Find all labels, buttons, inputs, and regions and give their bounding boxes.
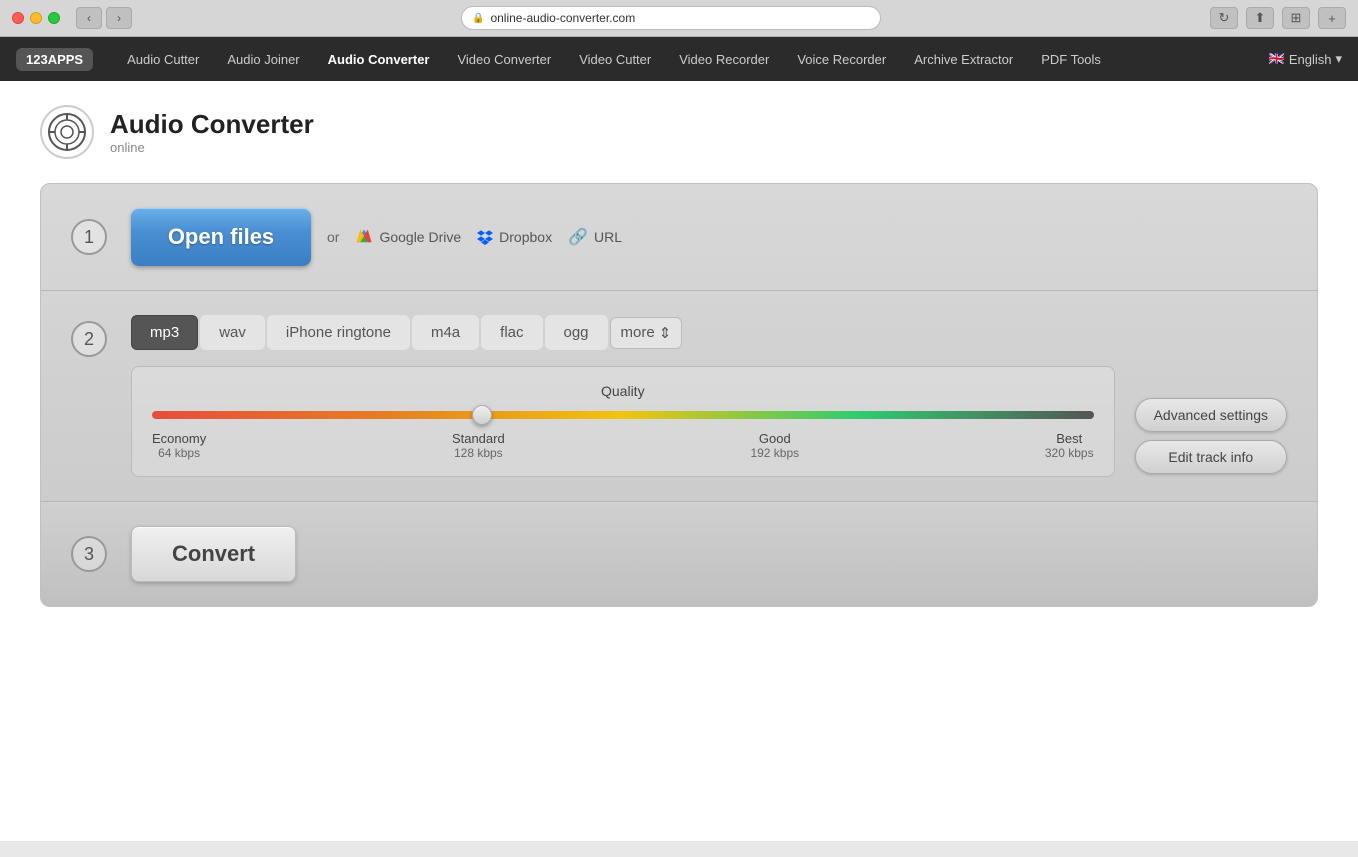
- flag-icon: 🇬🇧: [1269, 51, 1285, 67]
- format-tabs: mp3 wav iPhone ringtone m4a flac ogg mor…: [131, 315, 1287, 350]
- format-tab-ogg[interactable]: ogg: [545, 315, 608, 350]
- nav-pdf-tools[interactable]: PDF Tools: [1027, 37, 1115, 81]
- open-files-button[interactable]: Open files: [131, 208, 311, 266]
- format-tab-iphone-ringtone[interactable]: iPhone ringtone: [267, 315, 410, 350]
- url-label: URL: [594, 229, 622, 245]
- quality-label: Quality: [152, 383, 1094, 399]
- app-nav: 123APPS Audio Cutter Audio Joiner Audio …: [0, 37, 1358, 81]
- marker-good: Good 192 kbps: [750, 431, 799, 460]
- dropbox-label: Dropbox: [499, 229, 552, 245]
- marker-best-label: Best: [1045, 431, 1094, 446]
- reload-button[interactable]: ↻: [1210, 7, 1238, 29]
- back-button[interactable]: ‹: [76, 7, 102, 29]
- nav-archive-extractor[interactable]: Archive Extractor: [900, 37, 1027, 81]
- convert-button[interactable]: Convert: [131, 526, 296, 582]
- url-icon: 🔗: [568, 227, 588, 247]
- marker-economy-kbps: 64 kbps: [152, 446, 206, 460]
- page-content: Audio Converter online 1 Open files or: [0, 81, 1358, 841]
- converter-container: 1 Open files or Google Drive: [40, 183, 1318, 607]
- step2-badge: 2: [71, 321, 107, 357]
- step2-section: 2 mp3 wav iPhone ringtone m4a flac ogg m…: [41, 291, 1317, 502]
- url-text: online-audio-converter.com: [490, 11, 635, 25]
- marker-economy-label: Economy: [152, 431, 206, 446]
- marker-best: Best 320 kbps: [1045, 431, 1094, 460]
- marker-best-kbps: 320 kbps: [1045, 446, 1094, 460]
- marker-standard-kbps: 128 kbps: [452, 446, 505, 460]
- app-subtitle: online: [110, 140, 314, 155]
- step3-badge: 3: [71, 536, 107, 572]
- browser-chrome: ‹ › 🔒 online-audio-converter.com ↻ ⬆ ⊞ +: [0, 0, 1358, 37]
- address-bar-container: 🔒 online-audio-converter.com: [140, 6, 1202, 30]
- step1-badge: 1: [71, 219, 107, 255]
- language-selector[interactable]: 🇬🇧 English ▾: [1269, 51, 1342, 67]
- marker-standard-label: Standard: [452, 431, 505, 446]
- step2-content: mp3 wav iPhone ringtone m4a flac ogg mor…: [131, 315, 1287, 477]
- marker-standard: Standard 128 kbps: [452, 431, 505, 460]
- browser-actions: ↻ ⬆ ⊞ +: [1210, 7, 1346, 29]
- nav-audio-converter[interactable]: Audio Converter: [314, 37, 444, 81]
- nav-video-converter[interactable]: Video Converter: [443, 37, 565, 81]
- lock-icon: 🔒: [472, 13, 484, 24]
- close-button[interactable]: [12, 12, 24, 24]
- quality-panel: Quality Economy 64 kbps Standard 128: [131, 366, 1115, 477]
- step3-section: 3 Convert: [41, 502, 1317, 606]
- maximize-button[interactable]: [48, 12, 60, 24]
- app-title-block: Audio Converter online: [110, 109, 314, 155]
- language-label: English: [1289, 52, 1332, 67]
- nav-links: Audio Cutter Audio Joiner Audio Converte…: [113, 37, 1115, 81]
- advanced-settings-button[interactable]: Advanced settings: [1135, 398, 1287, 432]
- traffic-lights: [12, 12, 60, 24]
- quality-markers: Economy 64 kbps Standard 128 kbps Good 1…: [152, 431, 1094, 460]
- app-header: Audio Converter online: [0, 81, 1358, 183]
- app-logo: [40, 105, 94, 159]
- quality-slider-thumb[interactable]: [472, 405, 492, 425]
- cloud-links: Google Drive Dropbox 🔗 URL: [355, 227, 622, 247]
- format-tab-mp3[interactable]: mp3: [131, 315, 198, 350]
- format-tab-m4a[interactable]: m4a: [412, 315, 479, 350]
- dropbox-link[interactable]: Dropbox: [477, 229, 552, 245]
- google-drive-icon: [355, 228, 373, 246]
- step2-row: Quality Economy 64 kbps Standard 128: [131, 366, 1287, 477]
- more-label: more: [621, 324, 655, 341]
- step1-content: Open files or Google Drive: [131, 208, 622, 266]
- step1-section: 1 Open files or Google Drive: [41, 184, 1317, 291]
- edit-track-info-button[interactable]: Edit track info: [1135, 440, 1287, 474]
- new-tab-button[interactable]: +: [1318, 7, 1346, 29]
- more-formats-select[interactable]: more ⇕: [610, 317, 683, 349]
- tabs-button[interactable]: ⊞: [1282, 7, 1310, 29]
- app-title: Audio Converter: [110, 109, 314, 140]
- more-chevron-icon: ⇕: [659, 324, 672, 342]
- nav-audio-cutter[interactable]: Audio Cutter: [113, 37, 213, 81]
- marker-good-kbps: 192 kbps: [750, 446, 799, 460]
- browser-nav: ‹ ›: [76, 7, 132, 29]
- nav-audio-joiner[interactable]: Audio Joiner: [213, 37, 313, 81]
- marker-good-label: Good: [750, 431, 799, 446]
- format-tab-flac[interactable]: flac: [481, 315, 542, 350]
- address-bar[interactable]: 🔒 online-audio-converter.com: [461, 6, 881, 30]
- or-text: or: [327, 229, 339, 245]
- forward-button[interactable]: ›: [106, 7, 132, 29]
- url-link[interactable]: 🔗 URL: [568, 227, 622, 247]
- nav-right: 🇬🇧 English ▾: [1269, 51, 1342, 67]
- nav-video-recorder[interactable]: Video Recorder: [665, 37, 783, 81]
- nav-voice-recorder[interactable]: Voice Recorder: [783, 37, 900, 81]
- share-button[interactable]: ⬆: [1246, 7, 1274, 29]
- quality-slider-track[interactable]: [152, 411, 1094, 419]
- dropbox-icon: [477, 229, 493, 245]
- brand-badge[interactable]: 123APPS: [16, 48, 93, 71]
- google-drive-label: Google Drive: [379, 229, 461, 245]
- google-drive-link[interactable]: Google Drive: [355, 228, 461, 246]
- format-tab-wav[interactable]: wav: [200, 315, 265, 350]
- chevron-down-icon: ▾: [1335, 51, 1342, 67]
- logo-svg: [47, 112, 87, 152]
- advanced-buttons: Advanced settings Edit track info: [1135, 366, 1287, 474]
- minimize-button[interactable]: [30, 12, 42, 24]
- marker-economy: Economy 64 kbps: [152, 431, 206, 460]
- nav-video-cutter[interactable]: Video Cutter: [565, 37, 665, 81]
